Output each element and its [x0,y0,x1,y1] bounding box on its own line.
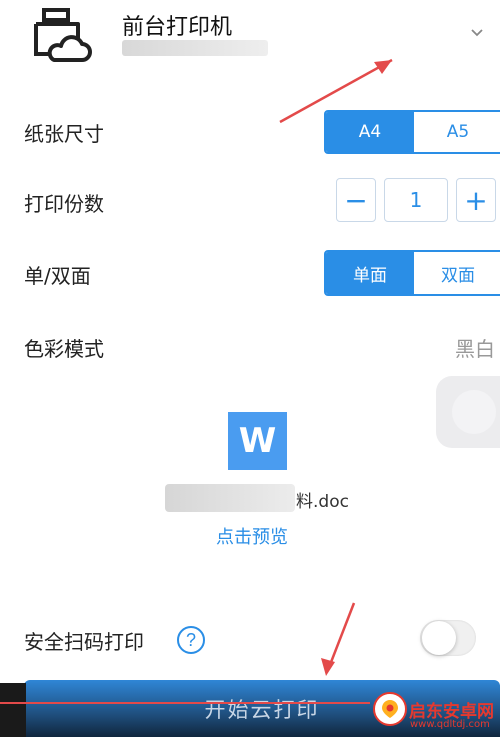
copies-label: 打印份数 [24,192,104,216]
single-sided-option[interactable]: 单面 [326,252,414,294]
color-mode-label: 色彩模式 [24,337,104,361]
word-document-icon: W [228,412,287,470]
annotation-arrow-bottom [321,602,356,676]
toggle-knob [422,621,456,655]
secure-print-label: 安全扫码打印 [24,630,144,654]
annotation-underline [0,702,370,704]
paper-size-option-a5[interactable]: A5 [414,112,500,152]
printer-subtitle-redacted [122,40,268,56]
help-icon-glyph: ? [186,630,196,650]
preview-link[interactable]: 点击预览 [216,523,288,549]
double-sided-option[interactable]: 双面 [414,252,500,294]
copies-value[interactable]: 1 [384,178,448,222]
paper-size-label: 纸张尺寸 [24,122,104,146]
help-icon[interactable]: ? [176,625,206,655]
sides-label: 单/双面 [24,264,91,288]
document-name: 料.doc [296,492,349,512]
paper-size-selector: A4 A5 [324,110,500,154]
floating-button-dot [452,390,496,434]
watermark-logo-icon [373,692,407,726]
document-name-redacted [165,484,295,512]
left-edge-strip [0,683,26,737]
printer-name[interactable]: 前台打印机 [122,9,232,41]
paper-size-option-a4[interactable]: A4 [326,112,414,152]
increment-button[interactable]: + [456,178,496,222]
decrement-button[interactable]: − [336,178,376,222]
chevron-down-icon[interactable] [470,26,484,40]
watermark-url: www.qdltdj.com [410,719,490,730]
color-mode-value[interactable]: 黑白 [455,333,495,362]
cloud-printer-icon [34,8,92,62]
sides-selector: 单面 双面 [324,250,500,296]
copies-stepper: − 1 + [336,178,500,224]
